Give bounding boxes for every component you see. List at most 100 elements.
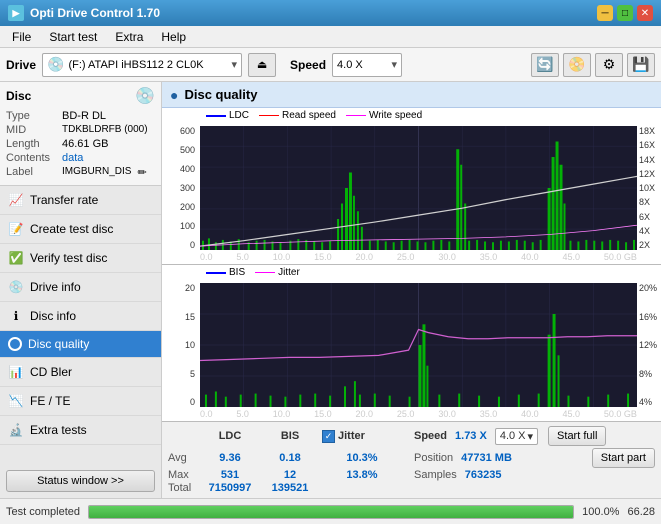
start-part-button[interactable]: Start part bbox=[592, 448, 655, 468]
title-bar: ▶ Opti Drive Control 1.70 ─ □ ✕ bbox=[0, 0, 661, 26]
read-legend-label: Read speed bbox=[282, 110, 336, 121]
jitter-checkbox[interactable]: ✓ bbox=[322, 430, 335, 443]
mid-label: MID bbox=[6, 124, 58, 136]
ldc-legend-color bbox=[206, 115, 226, 117]
sidebar-item-verify-test-disc[interactable]: ✅ Verify test disc bbox=[0, 244, 161, 273]
status-window-button[interactable]: Status window >> bbox=[6, 470, 155, 492]
save-button[interactable]: 💾 bbox=[627, 53, 655, 77]
speed-stat-value: 1.73 X bbox=[455, 430, 487, 442]
maximize-button[interactable]: □ bbox=[617, 5, 633, 21]
nav-drive-info-label: Drive info bbox=[30, 280, 81, 294]
chart1-y-left: 600 500 400 300 200 100 0 bbox=[162, 126, 198, 250]
sidebar-item-extra-tests[interactable]: 🔬 Extra tests bbox=[0, 416, 161, 445]
transfer-rate-icon: 📈 bbox=[8, 192, 24, 208]
max-jitter: 13.8% bbox=[322, 469, 402, 481]
chart1-legend: LDC Read speed Write speed bbox=[202, 110, 422, 121]
avg-label: Avg bbox=[168, 452, 198, 464]
disc-read-button[interactable]: 📀 bbox=[563, 53, 591, 77]
jitter-legend-label: Jitter bbox=[278, 267, 300, 278]
disc-panel-title: Disc bbox=[6, 89, 31, 103]
sidebar-item-disc-info[interactable]: ℹ Disc info bbox=[0, 302, 161, 331]
disc-quality-icon bbox=[8, 337, 22, 351]
drive-info-icon: 💿 bbox=[8, 279, 24, 295]
content-area: ● Disc quality LDC Read speed bbox=[162, 82, 661, 498]
menu-help[interactable]: Help bbox=[153, 28, 194, 46]
chart1-y-right: 18X 16X 14X 12X 10X 8X 6X 4X 2X bbox=[637, 126, 661, 250]
speed-value: 4.0 X bbox=[337, 59, 363, 71]
bis-legend-label: BIS bbox=[229, 267, 245, 278]
disc-label-label: Label bbox=[6, 166, 58, 179]
menu-extra[interactable]: Extra bbox=[107, 28, 151, 46]
dropdown-arrow-icon: ▾ bbox=[232, 58, 238, 71]
stats-panel: LDC BIS ✓ Jitter Speed 1.73 X 4.0 X ▾ St… bbox=[162, 422, 661, 498]
disc-panel-icon: 💿 bbox=[135, 86, 155, 106]
app-icon: ▶ bbox=[8, 5, 24, 21]
sidebar-item-transfer-rate[interactable]: 📈 Transfer rate bbox=[0, 186, 161, 215]
chart2-container: BIS Jitter 20 15 10 5 0 20 bbox=[162, 265, 661, 422]
write-legend-label: Write speed bbox=[369, 110, 422, 121]
settings-button[interactable]: ⚙ bbox=[595, 53, 623, 77]
cd-bler-icon: 📊 bbox=[8, 364, 24, 380]
avg-bis: 0.18 bbox=[262, 452, 318, 464]
progress-bar-fill bbox=[89, 506, 573, 518]
nav-transfer-rate-label: Transfer rate bbox=[30, 193, 98, 207]
status-right-value: 66.28 bbox=[627, 506, 655, 518]
speed-stat-select[interactable]: 4.0 X ▾ bbox=[495, 428, 538, 445]
drive-label: Drive bbox=[6, 58, 36, 72]
menu-file[interactable]: File bbox=[4, 28, 39, 46]
app-title: Opti Drive Control 1.70 bbox=[30, 6, 160, 20]
minimize-button[interactable]: ─ bbox=[597, 5, 613, 21]
length-label: Length bbox=[6, 138, 58, 150]
chart1-svg bbox=[200, 126, 637, 250]
sidebar: Disc 💿 Type BD-R DL MID TDKBLDRFB (000) … bbox=[0, 82, 162, 498]
nav-extra-tests-label: Extra tests bbox=[30, 423, 87, 437]
speed-stat-label: Speed bbox=[414, 430, 447, 442]
type-label: Type bbox=[6, 110, 58, 122]
disc-label-edit-icon[interactable]: ✏ bbox=[137, 166, 146, 179]
total-bis: 139521 bbox=[262, 482, 318, 494]
sidebar-item-disc-quality[interactable]: Disc quality bbox=[0, 331, 161, 358]
sidebar-item-create-test-disc[interactable]: 📝 Create test disc bbox=[0, 215, 161, 244]
nav-disc-quality-label: Disc quality bbox=[28, 337, 89, 351]
samples-value: 763235 bbox=[465, 469, 502, 481]
nav-disc-info-label: Disc info bbox=[30, 309, 76, 323]
avg-jitter: 10.3% bbox=[322, 452, 402, 464]
refresh-button[interactable]: 🔄 bbox=[531, 53, 559, 77]
max-ldc: 531 bbox=[202, 469, 258, 481]
drive-select[interactable]: 💿 (F:) ATAPI iHBS112 2 CL0K ▾ bbox=[42, 53, 242, 77]
ldc-legend-label: LDC bbox=[229, 110, 249, 121]
nav-cd-bler-label: CD Bler bbox=[30, 365, 72, 379]
sidebar-item-fe-te[interactable]: 📉 FE / TE bbox=[0, 387, 161, 416]
col-ldc-header: LDC bbox=[202, 430, 258, 442]
speed-dropdown-arrow-icon: ▾ bbox=[392, 58, 398, 71]
samples-label: Samples bbox=[414, 469, 457, 481]
drive-icon: 💿 bbox=[47, 56, 64, 73]
chart1-x-axis: 0.0 5.0 10.0 15.0 20.0 25.0 30.0 35.0 40… bbox=[200, 250, 637, 264]
nav-items: 📈 Transfer rate 📝 Create test disc ✅ Ver… bbox=[0, 186, 161, 464]
menu-start-test[interactable]: Start test bbox=[41, 28, 105, 46]
jitter-label: Jitter bbox=[338, 430, 365, 442]
sidebar-item-cd-bler[interactable]: 📊 CD Bler bbox=[0, 358, 161, 387]
close-button[interactable]: ✕ bbox=[637, 5, 653, 21]
drive-bar: Drive 💿 (F:) ATAPI iHBS112 2 CL0K ▾ ⏏ Sp… bbox=[0, 48, 661, 82]
nav-verify-test-label: Verify test disc bbox=[30, 251, 107, 265]
speed-select[interactable]: 4.0 X ▾ bbox=[332, 53, 402, 77]
menu-bar: File Start test Extra Help bbox=[0, 26, 661, 48]
sidebar-item-drive-info[interactable]: 💿 Drive info bbox=[0, 273, 161, 302]
avg-ldc: 9.36 bbox=[202, 452, 258, 464]
speed-label: Speed bbox=[290, 58, 326, 72]
max-bis: 12 bbox=[262, 469, 318, 481]
mid-value: TDKBLDRFB (000) bbox=[62, 124, 148, 136]
jitter-legend-color bbox=[255, 272, 275, 273]
status-bar: Test completed 100.0% 66.28 bbox=[0, 498, 661, 524]
max-label: Max bbox=[168, 469, 198, 481]
nav-fe-te-label: FE / TE bbox=[30, 394, 70, 408]
eject-button[interactable]: ⏏ bbox=[248, 53, 276, 77]
position-value: 47731 MB bbox=[461, 452, 512, 464]
col-bis-header: BIS bbox=[262, 430, 318, 442]
quality-header-icon: ● bbox=[170, 87, 178, 103]
disc-info-panel: Disc 💿 Type BD-R DL MID TDKBLDRFB (000) … bbox=[0, 82, 161, 186]
speed-select-arrow: ▾ bbox=[528, 430, 534, 443]
speed-select-value: 4.0 X bbox=[500, 430, 526, 442]
start-full-button[interactable]: Start full bbox=[548, 426, 606, 446]
